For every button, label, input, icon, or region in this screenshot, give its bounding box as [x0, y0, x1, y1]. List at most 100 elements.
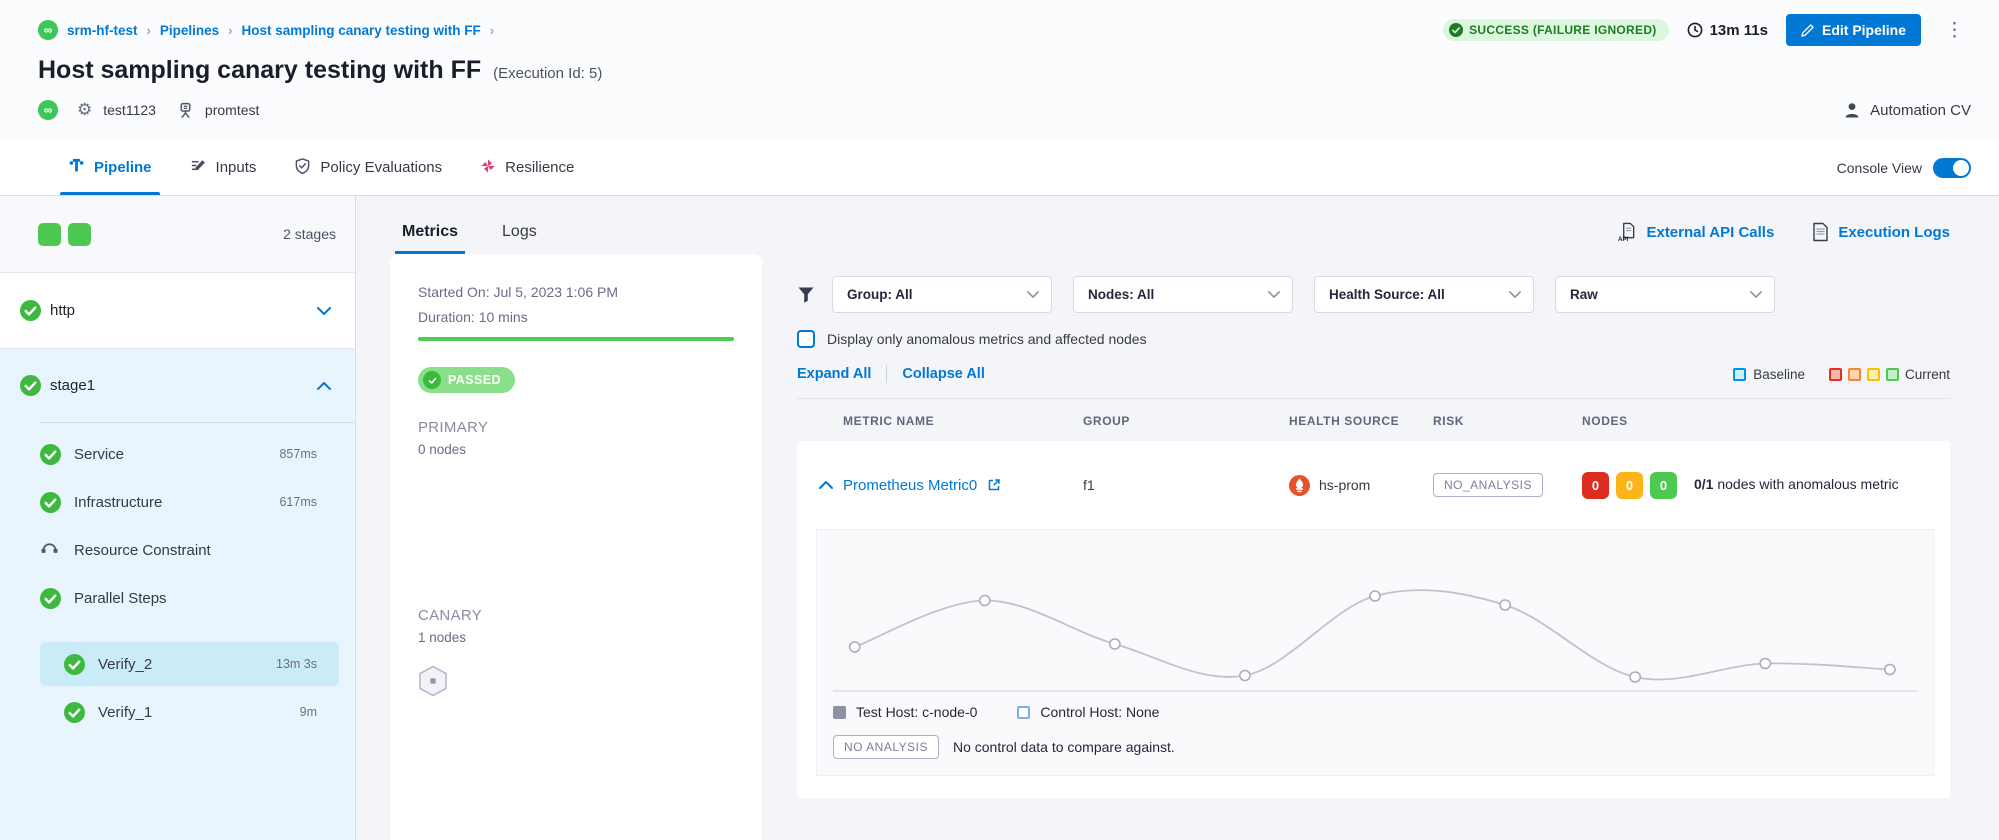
started-on: Started On: Jul 5, 2023 1:06 PM: [418, 284, 734, 300]
metric-line-chart[interactable]: [833, 542, 1917, 692]
breadcrumb-pipeline-name[interactable]: Host sampling canary testing with FF: [241, 23, 480, 38]
metric-name-link[interactable]: Prometheus Metric0: [843, 477, 977, 494]
head-links: API External API Calls Execution Logs: [1618, 222, 1950, 254]
gear-icon: ⚙: [77, 100, 92, 120]
inputs-icon: [190, 157, 207, 178]
node-count-chips: 000: [1582, 472, 1684, 499]
meta-row: ∞ ⚙ test1123 promtest Automation CV: [38, 100, 1971, 120]
no-analysis-badge: NO ANALYSIS: [833, 735, 939, 759]
breadcrumb-row: ∞ srm-hf-test › Pipelines › Host samplin…: [38, 14, 1971, 46]
node-count-chip: 0: [1616, 472, 1643, 499]
chevron-down-icon: [1509, 291, 1521, 298]
expand-all-link[interactable]: Expand All: [797, 366, 871, 382]
check-circle-icon: [40, 444, 61, 465]
filter-select-group[interactable]: Group: All: [832, 276, 1052, 313]
canary-node-hexagon[interactable]: [418, 665, 734, 702]
metric-name-cell: Prometheus Metric0: [797, 477, 1083, 494]
breadcrumb-project[interactable]: srm-hf-test: [67, 23, 138, 38]
tab-label: Resilience: [505, 159, 574, 176]
svg-text:API: API: [1618, 236, 1629, 242]
step-resource-constraint[interactable]: Resource Constraint: [0, 526, 355, 574]
chevron-up-icon[interactable]: [819, 481, 833, 489]
main-body: Started On: Jul 5, 2023 1:06 PM Duration…: [356, 254, 1999, 840]
filter-select-value: Group: All: [847, 287, 913, 302]
filter-funnel-icon[interactable]: [797, 286, 817, 304]
control-host-legend: Control Host: None: [1017, 704, 1159, 720]
analysis-row: NO ANALYSIS No control data to compare a…: [833, 735, 1917, 759]
tab-metrics[interactable]: Metrics: [402, 223, 458, 254]
collapse-all-link[interactable]: Collapse All: [902, 366, 984, 382]
tab-policy-evaluations[interactable]: Policy Evaluations: [280, 140, 456, 195]
stage-count-label: 2 stages: [283, 226, 336, 242]
tab-resilience[interactable]: Resilience: [466, 140, 588, 195]
stage-group-stage1[interactable]: stage1: [0, 349, 355, 422]
anomalous-checkbox[interactable]: [797, 330, 815, 348]
control-host-label: Control Host: None: [1040, 704, 1159, 720]
divider: [886, 365, 887, 383]
baseline-current-legend: Baseline Current: [1733, 367, 1950, 382]
chevron-up-icon[interactable]: [317, 382, 331, 390]
stage-success-square: [68, 223, 91, 246]
check-circle-icon: [40, 492, 61, 513]
current-legend-square: [1886, 368, 1899, 381]
node-count-chip: 0: [1582, 472, 1609, 499]
step-label: Resource Constraint: [74, 542, 304, 559]
stage-group-http[interactable]: http: [0, 273, 355, 349]
verification-summary-card: Started On: Jul 5, 2023 1:06 PM Duration…: [390, 254, 762, 840]
step-label: Verify_1: [98, 704, 287, 721]
check-circle-icon: [1449, 23, 1463, 37]
chevron-down-icon: [1027, 291, 1039, 298]
column-header-risk: RISK: [1433, 414, 1582, 428]
nodes-summary-ratio: 0/1: [1694, 476, 1713, 492]
metric-chart-panel: Test Host: c-node-0 Control Host: None N…: [816, 529, 1934, 776]
external-link-icon[interactable]: [987, 478, 1001, 492]
external-api-calls-link[interactable]: API External API Calls: [1618, 222, 1774, 242]
filter-select-nodes[interactable]: Nodes: All: [1073, 276, 1293, 313]
chevron-down-icon[interactable]: [317, 307, 331, 315]
more-options-icon[interactable]: ⋮: [1939, 19, 1971, 42]
filter-select-raw[interactable]: Raw: [1555, 276, 1775, 313]
service-name[interactable]: test1123: [103, 102, 156, 118]
filter-select-health-source[interactable]: Health Source: All: [1314, 276, 1534, 313]
filters-container: Group: All Nodes: All Health Source: All…: [832, 276, 1796, 313]
metrics-head: Metrics Logs API External API Calls Exec…: [356, 196, 1999, 254]
step-infrastructure[interactable]: Infrastructure 617ms: [0, 478, 355, 526]
execution-logs-link[interactable]: Execution Logs: [1812, 222, 1950, 242]
chevron-down-icon: [1268, 291, 1280, 298]
nodes-cell: 000 0/1 nodes with anomalous metric: [1582, 472, 1950, 499]
breadcrumb: ∞ srm-hf-test › Pipelines › Host samplin…: [38, 20, 1443, 40]
tab-logs[interactable]: Logs: [502, 223, 537, 254]
step-verify-1[interactable]: Verify_1 9m: [0, 688, 355, 736]
breadcrumb-pipelines[interactable]: Pipelines: [160, 23, 219, 38]
filter-select-value: Nodes: All: [1088, 287, 1154, 302]
triggered-by: Automation CV: [1843, 101, 1971, 119]
chevron-down-icon: [1750, 291, 1762, 298]
console-view-toggle[interactable]: [1933, 158, 1971, 178]
anomalous-filter-row: Display only anomalous metrics and affec…: [797, 330, 1950, 348]
column-header-nodes: NODES: [1582, 414, 1950, 428]
metric-group-value: f1: [1083, 477, 1289, 493]
delegate-icon: [177, 102, 194, 119]
verification-main: Metrics Logs API External API Calls Exec…: [356, 196, 1999, 840]
breadcrumb-separator-icon: ›: [228, 23, 232, 38]
status-badge-label: SUCCESS (FAILURE IGNORED): [1469, 23, 1657, 37]
status-badge: SUCCESS (FAILURE IGNORED): [1443, 19, 1669, 41]
tab-pipeline[interactable]: Pipeline: [54, 140, 166, 195]
step-verify-2[interactable]: Verify_2 13m 3s: [0, 640, 355, 688]
column-header-health-source: HEALTH SOURCE: [1289, 414, 1433, 428]
check-circle-icon: [423, 371, 441, 389]
stage-status-squares: [38, 223, 283, 246]
page-title: Host sampling canary testing with FF: [38, 56, 481, 85]
step-label: Service: [74, 446, 266, 463]
pipeline-execution-page: ∞ srm-hf-test › Pipelines › Host samplin…: [0, 0, 1999, 840]
stage1-section: stage1 Service 857ms Infrastructure 617m…: [0, 349, 355, 840]
connector-name[interactable]: promtest: [205, 102, 259, 118]
nodes-summary: 0/1 nodes with anomalous metric: [1694, 475, 1899, 495]
step-service[interactable]: Service 857ms: [0, 430, 355, 478]
chart-legend: Test Host: c-node-0 Control Host: None: [833, 704, 1917, 720]
anomalous-checkbox-label: Display only anomalous metrics and affec…: [827, 331, 1147, 347]
edit-pipeline-button[interactable]: Edit Pipeline: [1786, 14, 1921, 46]
step-parallel-steps[interactable]: Parallel Steps: [0, 574, 355, 622]
metric-row: Prometheus Metric0 f1 hs-prom NO_ANALYSI…: [797, 441, 1950, 529]
tab-inputs[interactable]: Inputs: [176, 140, 271, 195]
